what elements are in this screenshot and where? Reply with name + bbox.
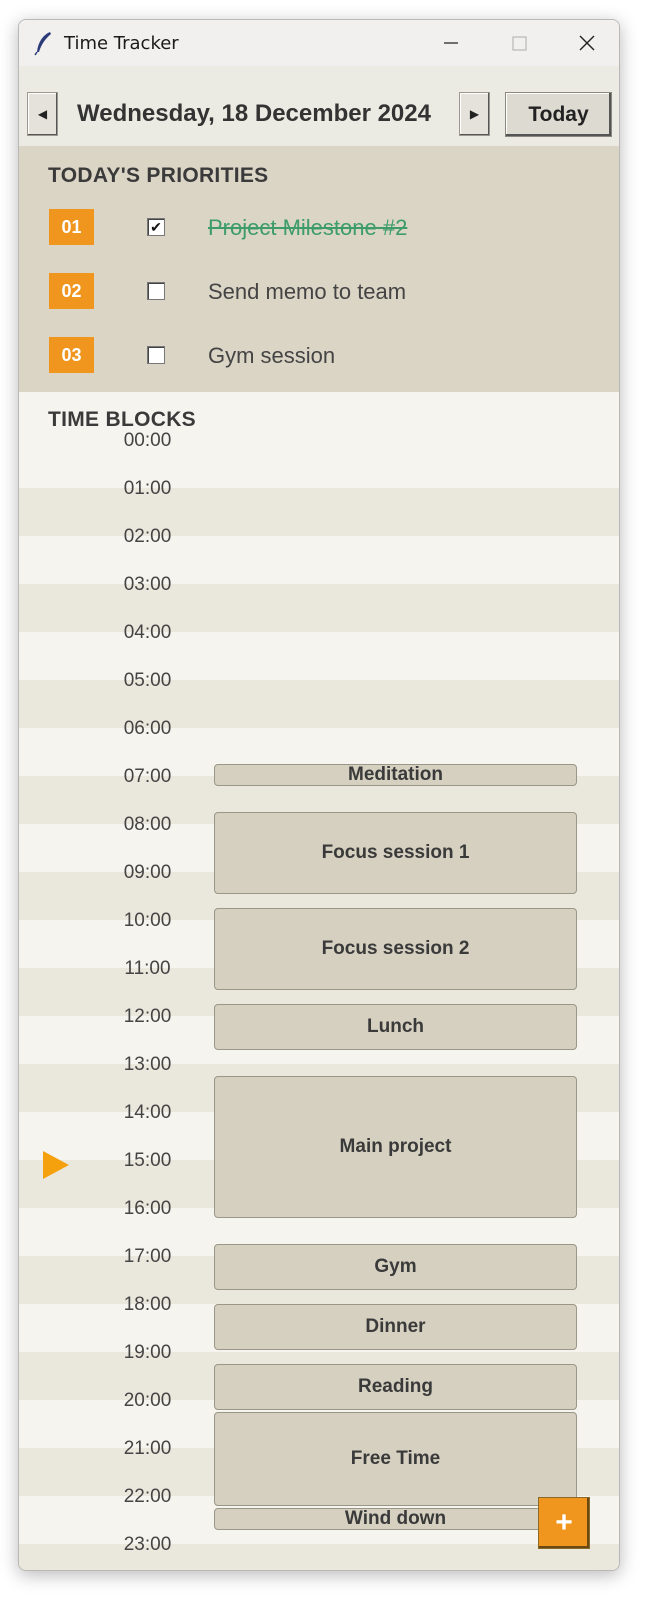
hour-label: 04:00 (123, 622, 172, 643)
maximize-icon (512, 36, 527, 51)
hour-label: 00:00 (123, 430, 172, 451)
date-navigation: ◀ Wednesday, 18 December 2024 ▶ Today (19, 66, 619, 146)
hour-label: 23:00 (123, 1534, 172, 1555)
time-block[interactable]: Reading (214, 1364, 577, 1410)
hour-label: 16:00 (123, 1198, 172, 1219)
hour-label: 15:00 (123, 1150, 172, 1171)
time-block[interactable]: Gym (214, 1244, 577, 1290)
priorities-section: TODAY'S PRIORITIES 01 ✔ Project Mileston… (19, 146, 619, 392)
arrow-left-icon: ◀ (37, 107, 48, 121)
hour-label: 22:00 (123, 1486, 172, 1507)
hour-label: 21:00 (123, 1438, 172, 1459)
maximize-button[interactable] (485, 20, 553, 66)
priorities-title: TODAY'S PRIORITIES (48, 164, 269, 187)
time-block[interactable]: Meditation (214, 764, 577, 786)
priority-row: 03 Gym session (19, 335, 619, 375)
priority-row: 02 Send memo to team (19, 271, 619, 311)
time-block[interactable]: Wind down (214, 1508, 577, 1530)
minimize-icon (444, 42, 458, 44)
hour-label: 01:00 (123, 478, 172, 499)
priority-row: 01 ✔ Project Milestone #2 (19, 207, 619, 247)
hour-label: 05:00 (123, 670, 172, 691)
next-day-button[interactable]: ▶ (459, 92, 490, 136)
hour-label: 14:00 (123, 1102, 172, 1123)
time-blocks-title: TIME BLOCKS (48, 408, 196, 431)
app-window: Time Tracker ◀ Wednesday, 18 December 20… (18, 19, 620, 1571)
current-date: Wednesday, 18 December 2024 (77, 100, 431, 127)
today-button[interactable]: Today (505, 92, 612, 137)
hour-label: 11:00 (124, 958, 171, 979)
time-block[interactable]: Dinner (214, 1304, 577, 1350)
hour-label: 17:00 (123, 1246, 172, 1267)
minimize-button[interactable] (417, 20, 485, 66)
feather-icon (34, 32, 51, 56)
priority-number: 01 (49, 209, 94, 245)
prev-day-button[interactable]: ◀ (27, 92, 58, 136)
time-block[interactable]: Free Time (214, 1412, 577, 1506)
add-block-button[interactable]: + (538, 1497, 590, 1549)
hour-label: 09:00 (123, 862, 172, 883)
time-block[interactable]: Main project (214, 1076, 577, 1218)
arrow-right-icon: ▶ (469, 107, 480, 121)
hour-label: 08:00 (123, 814, 172, 835)
priority-checkbox[interactable] (147, 282, 165, 300)
hour-label: 03:00 (123, 574, 172, 595)
close-button[interactable] (553, 20, 619, 66)
priority-label: Project Milestone #2 (208, 215, 408, 240)
hour-label: 20:00 (123, 1390, 172, 1411)
priority-checkbox[interactable] (147, 346, 165, 364)
time-block[interactable]: Focus session 2 (214, 908, 577, 990)
close-icon (579, 35, 595, 51)
hour-label: 19:00 (123, 1342, 172, 1363)
priority-label: Send memo to team (208, 279, 407, 304)
priority-number: 03 (49, 337, 94, 373)
time-blocks-section: TIME BLOCKS 00:00 01:00 02:00 03:00 04:00 05:… (19, 392, 619, 1570)
hour-label: 10:00 (123, 910, 172, 931)
hour-label: 13:00 (123, 1054, 172, 1075)
priority-label: Gym session (208, 343, 336, 368)
window-title: Time Tracker (64, 33, 179, 54)
hour-label: 02:00 (123, 526, 172, 547)
current-time-marker-icon (43, 1151, 69, 1179)
hour-label: 18:00 (123, 1294, 172, 1315)
hour-label: 07:00 (123, 766, 172, 787)
hour-label: 06:00 (123, 718, 172, 739)
priority-checkbox[interactable]: ✔ (147, 218, 165, 236)
hour-label: 12:00 (123, 1006, 172, 1027)
title-bar[interactable]: Time Tracker (19, 20, 619, 66)
time-block[interactable]: Focus session 1 (214, 812, 577, 894)
time-block[interactable]: Lunch (214, 1004, 577, 1050)
priority-number: 02 (49, 273, 94, 309)
